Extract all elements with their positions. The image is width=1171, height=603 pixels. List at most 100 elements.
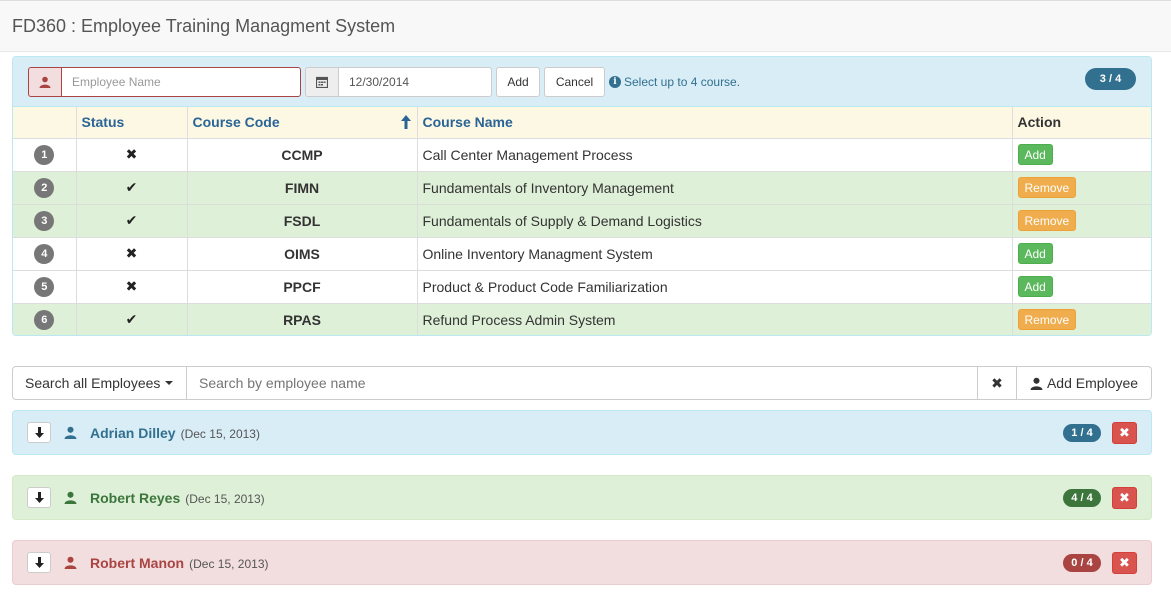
delete-icon: ✖ [1119, 489, 1130, 505]
add-button[interactable]: Add [496, 67, 540, 97]
course-limit-text: Select up to 4 course. [624, 75, 741, 89]
delete-icon: ✖ [1119, 554, 1130, 570]
search-scope-label: Search all Employees [25, 375, 161, 391]
employee-course-count-badge: 0 / 4 [1063, 553, 1101, 572]
course-code-cell: FSDL [187, 204, 418, 238]
app-title: FD360 : Employee Training Managment Syst… [12, 15, 396, 36]
user-icon [1030, 377, 1043, 390]
calendar-icon [316, 76, 328, 88]
col-course-code[interactable]: Course Code [187, 107, 418, 139]
user-icon [64, 426, 77, 439]
col-course-code-label: Course Code [192, 114, 280, 131]
row-action-cell: Add [1012, 138, 1151, 172]
employee-row: Robert Manon (Dec 15, 2013) 0 / 4 ✖ [12, 540, 1152, 585]
course-name-cell: Fundamentals of Supply & Demand Logistic… [417, 204, 1013, 238]
table-row: 4 ✖ OIMS Online Inventory Managment System A… [13, 237, 1151, 271]
col-action: Action [1012, 107, 1151, 139]
expand-down-icon [34, 557, 44, 568]
col-index [13, 107, 77, 139]
cross-icon: ✖ [125, 146, 138, 162]
employee-date: (Dec 15, 2013) [185, 491, 265, 506]
row-number-badge: 5 [34, 276, 55, 297]
employee-name[interactable]: Robert Reyes (Dec 15, 2013) [90, 490, 265, 506]
employee-date: (Dec 15, 2013) [189, 556, 269, 571]
col-status[interactable]: Status [76, 107, 188, 139]
employee-course-count-badge: 1 / 4 [1063, 423, 1101, 442]
table-header-row: Status Course Code Course Name Action [13, 107, 1151, 139]
row-index-cell: 3 [13, 204, 77, 238]
employee-course-count-badge: 4 / 4 [1063, 488, 1101, 507]
date-input[interactable]: 12/30/2014 [338, 67, 492, 97]
employee-name[interactable]: Adrian Dilley (Dec 15, 2013) [90, 425, 260, 441]
check-icon: ✔ [125, 212, 138, 228]
row-action-cell: Add [1012, 270, 1151, 304]
check-icon: ✔ [125, 311, 138, 327]
course-code-cell: OIMS [187, 237, 418, 271]
row-status-cell: ✖ [76, 138, 188, 172]
course-name-cell: Online Inventory Managment System [417, 237, 1013, 271]
cross-icon: ✖ [125, 245, 138, 261]
expand-button[interactable] [27, 552, 51, 573]
employee-date: (Dec 15, 2013) [180, 426, 260, 441]
user-icon [64, 556, 77, 569]
course-count-badge: 3 / 4 [1085, 68, 1136, 90]
employee-name-input[interactable] [61, 67, 301, 97]
row-index-cell: 1 [13, 138, 77, 172]
expand-down-icon [34, 427, 44, 438]
course-name-cell: Fundamentals of Inventory Management [417, 171, 1013, 205]
clear-search-button[interactable]: ✖ [978, 366, 1017, 400]
delete-employee-button[interactable]: ✖ [1112, 486, 1137, 509]
table-row: 5 ✖ PPCF Product & Product Code Familiariza… [13, 270, 1151, 304]
add-course-button[interactable]: Add [1017, 243, 1053, 264]
navbar: FD360 : Employee Training Managment Syst… [0, 0, 1171, 52]
employee-name[interactable]: Robert Manon (Dec 15, 2013) [90, 555, 269, 571]
expand-button[interactable] [27, 422, 51, 443]
cancel-button[interactable]: Cancel [544, 67, 605, 97]
add-course-button[interactable]: Add [1017, 144, 1053, 165]
add-employee-label: Add Employee [1046, 375, 1139, 391]
row-index-cell: 4 [13, 237, 77, 271]
employee-row: Robert Reyes (Dec 15, 2013) 4 / 4 ✖ [12, 475, 1152, 520]
cross-icon: ✖ [125, 278, 138, 294]
employee-name-text: Robert Manon [90, 554, 185, 571]
course-name-cell: Product & Product Code Familiarization [417, 270, 1013, 304]
col-course-name[interactable]: Course Name [417, 107, 1013, 139]
search-scope-dropdown[interactable]: Search all Employees [12, 366, 187, 400]
course-limit-hint: i Select up to 4 course. [609, 67, 740, 97]
remove-course-button[interactable]: Remove [1017, 210, 1077, 231]
row-status-cell: ✖ [76, 237, 188, 271]
employee-name-text: Robert Reyes [90, 489, 181, 506]
delete-icon: ✖ [1119, 424, 1130, 440]
row-status-cell: ✖ [76, 270, 188, 304]
expand-button[interactable] [27, 487, 51, 508]
remove-course-button[interactable]: Remove [1017, 177, 1077, 198]
course-code-cell: RPAS [187, 303, 418, 335]
delete-employee-button[interactable]: ✖ [1112, 551, 1137, 574]
table-row: 2 ✔ FIMN Fundamentals of Inventory Manageme… [13, 171, 1151, 205]
row-action-cell: Remove [1012, 303, 1151, 335]
course-name-cell: Call Center Management Process [417, 138, 1013, 172]
user-icon [39, 76, 51, 88]
employee-name-text: Adrian Dilley [90, 424, 176, 441]
table-row: 1 ✖ CCMP Call Center Management Process Add [13, 138, 1151, 172]
row-status-cell: ✔ [76, 204, 188, 238]
row-action-cell: Add [1012, 237, 1151, 271]
calendar-addon[interactable] [305, 67, 339, 97]
add-course-button[interactable]: Add [1017, 276, 1053, 297]
expand-down-icon [34, 492, 44, 503]
row-action-cell: Remove [1012, 204, 1151, 238]
row-index-cell: 2 [13, 171, 77, 205]
delete-employee-button[interactable]: ✖ [1112, 421, 1137, 444]
employee-search-input[interactable] [187, 366, 978, 400]
caret-down-icon [165, 381, 174, 385]
row-index-cell: 6 [13, 303, 77, 335]
add-employee-button[interactable]: Add Employee [1017, 366, 1152, 400]
info-icon: i [609, 76, 621, 88]
row-number-badge: 1 [34, 144, 55, 165]
remove-course-button[interactable]: Remove [1017, 309, 1077, 330]
row-action-cell: Remove [1012, 171, 1151, 205]
enroll-panel: 12/30/2014 Add Cancel i Select up to 4 c… [12, 56, 1152, 336]
clear-icon: ✖ [991, 374, 1003, 391]
row-number-badge: 2 [34, 177, 55, 198]
employee-name-addon [28, 67, 62, 97]
